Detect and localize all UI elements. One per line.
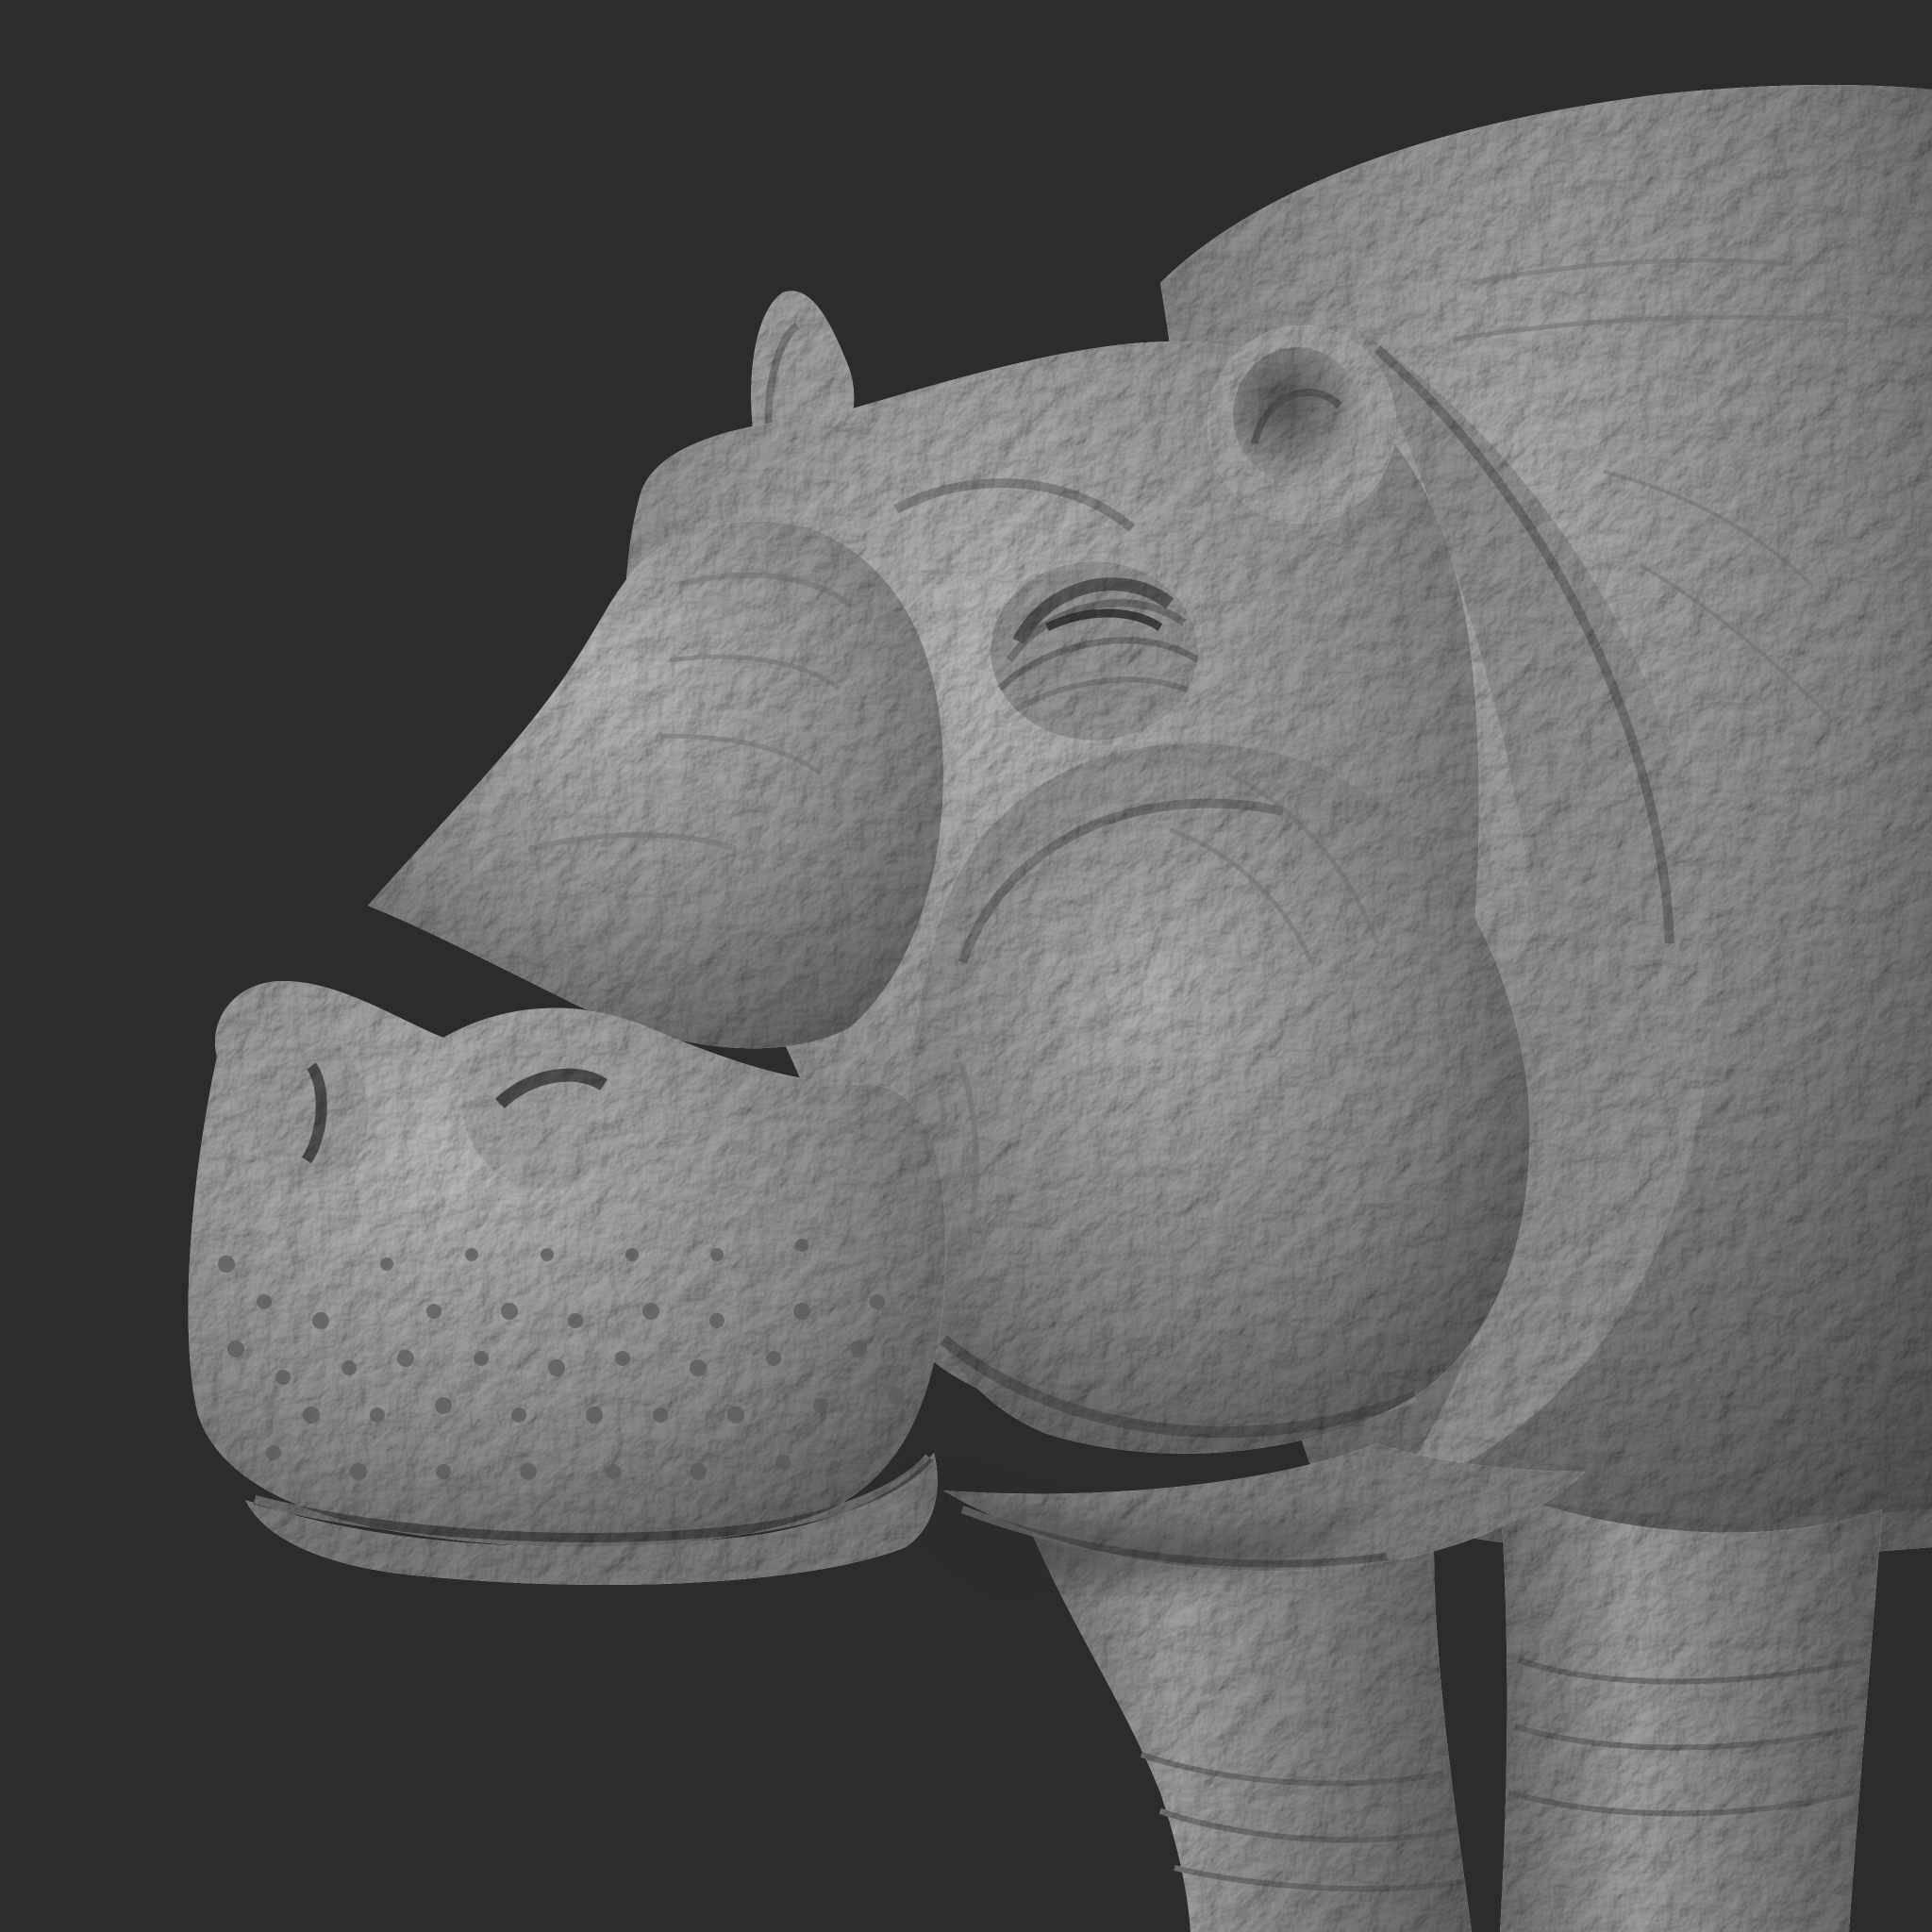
sculpt-viewport	[0, 0, 1932, 1932]
front-ear	[1208, 325, 1396, 524]
left-nostril-mound	[255, 1038, 368, 1189]
far-front-leg	[1500, 1491, 1882, 1932]
front-ear-inner	[1233, 347, 1361, 483]
hippo-render	[188, 85, 1932, 1932]
right-nostril-mound	[462, 1019, 632, 1189]
snout-bridge	[368, 521, 943, 1049]
